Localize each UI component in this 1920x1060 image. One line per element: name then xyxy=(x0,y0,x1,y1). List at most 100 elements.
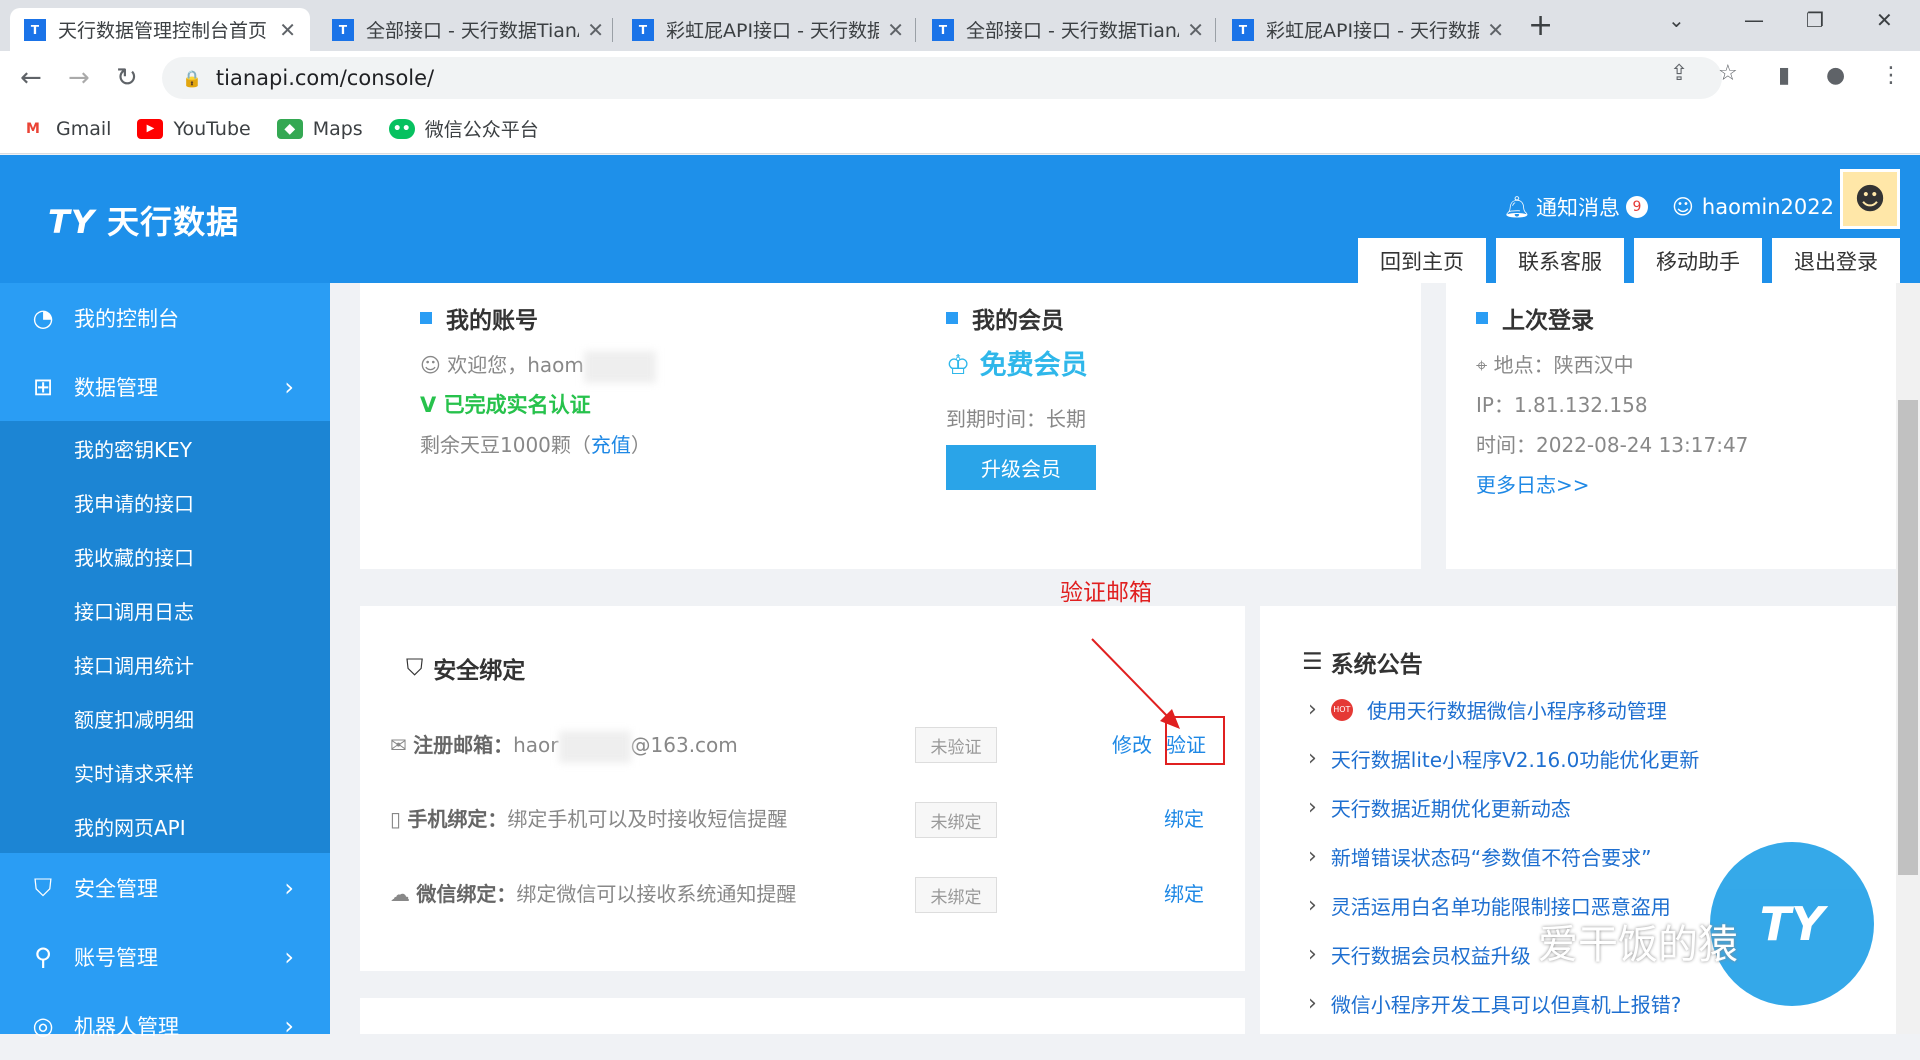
contact-support-button[interactable]: 联系客服 xyxy=(1496,238,1624,283)
notice-item[interactable]: › 微信小程序开发工具可以但真机上报错? xyxy=(1308,989,1681,1018)
verified-status: V 已完成实名认证 xyxy=(420,393,591,417)
profile-icon[interactable]: ● xyxy=(1826,63,1845,88)
sidebar-item-security[interactable]: ⛉ 安全管理 › xyxy=(0,853,330,922)
lower-card xyxy=(360,998,1245,1034)
tianapi-favicon-icon: T xyxy=(24,18,46,41)
sidebar-subitem-call-logs[interactable]: 接口调用日志 xyxy=(0,583,330,637)
sidebar-item-label: 数据管理 xyxy=(74,375,158,400)
close-icon[interactable]: ✕ xyxy=(1187,18,1204,42)
bookmark-maps[interactable]: ◆ Maps xyxy=(276,117,363,140)
browser-tab-1[interactable]: T 天行数据管理控制台首页 ✕ xyxy=(10,8,310,51)
crown-icon: ♔ xyxy=(946,350,980,381)
sidebar-item-label: 我的控制台 xyxy=(74,306,179,331)
notices-title: ☰ 系统公告 xyxy=(1302,649,1423,678)
dashboard-icon: ◔ xyxy=(32,303,54,332)
reload-icon[interactable]: ↻ xyxy=(116,63,138,93)
restore-icon[interactable]: ❐ xyxy=(1806,8,1824,32)
notifications-link[interactable]: 通知消息 xyxy=(1536,192,1620,222)
sidebar-subitem-api-key[interactable]: 我的密钥KEY xyxy=(0,421,330,475)
robot-icon: ◎ xyxy=(32,1011,54,1040)
sidebar-item-data-management[interactable]: ⊞ 数据管理 › xyxy=(0,352,330,421)
last-login-title: 上次登录 xyxy=(1476,301,1594,335)
avatar[interactable]: ☻ xyxy=(1840,169,1900,229)
logout-button[interactable]: 退出登录 xyxy=(1772,238,1900,283)
login-time: 时间：2022-08-24 13:17:47 xyxy=(1476,433,1749,457)
close-icon[interactable]: ✕ xyxy=(279,18,296,42)
bind-phone-link[interactable]: 绑定 xyxy=(1164,803,1204,832)
sidebar-subitem-web-api[interactable]: 我的网页API xyxy=(0,799,330,853)
logo-text: 天行数据 xyxy=(107,203,240,241)
new-tab-button[interactable]: + xyxy=(1528,8,1553,43)
user-icon: ☺ xyxy=(420,353,448,377)
notice-item[interactable]: › 新增错误状态码“参数值不符合要求” xyxy=(1308,842,1652,871)
cart-icon: ⊞ xyxy=(32,372,54,401)
browser-tab-4[interactable]: T 全部接口 - 天行数据TianAPI ✕ xyxy=(918,8,1218,51)
security-title: ⛉ 安全绑定 xyxy=(406,655,526,684)
browser-tabstrip: T 天行数据管理控制台首页 ✕ T 全部接口 - 天行数据TianAPI ✕ T… xyxy=(0,0,1920,51)
membership-level: ♔ 免费会员 xyxy=(946,350,1088,381)
bookmark-label: Maps xyxy=(312,117,363,140)
bookmark-gmail[interactable]: M Gmail xyxy=(20,118,111,140)
notification-count-badge: 9 xyxy=(1626,196,1649,218)
lock-icon: 🔒 xyxy=(182,68,202,88)
bookmark-label: Gmail xyxy=(56,117,112,140)
close-icon[interactable]: ✕ xyxy=(1487,18,1504,42)
youtube-icon: ▶ xyxy=(137,118,164,139)
sidebar-subitem-favorite-apis[interactable]: 我收藏的接口 xyxy=(0,529,330,583)
notice-item[interactable]: › HOT 使用天行数据微信小程序移动管理 xyxy=(1308,695,1667,724)
list-icon: ☰ xyxy=(1302,649,1323,675)
back-icon[interactable]: ← xyxy=(20,63,42,93)
membership-expiry: 到期时间：长期 xyxy=(946,407,1086,431)
notice-item[interactable]: › 天行数据近期优化更新动态 xyxy=(1308,793,1571,822)
close-icon[interactable]: ✕ xyxy=(887,18,904,42)
forward-icon[interactable]: → xyxy=(68,63,90,93)
share-icon[interactable]: ⇪ xyxy=(1670,61,1688,86)
sidebar-subitem-quota-details[interactable]: 额度扣减明细 xyxy=(0,691,330,745)
bind-wechat-link[interactable]: 绑定 xyxy=(1164,878,1204,907)
sidebar: ◔ 我的控制台 ⊞ 数据管理 › 我的密钥KEY 我申请的接口 我收藏的接口 接… xyxy=(0,283,330,1040)
minimize-icon[interactable]: — xyxy=(1744,8,1764,32)
scrollbar-thumb[interactable] xyxy=(1898,400,1918,875)
wechat-binding-row: ☁ 微信绑定：绑定微信可以接收系统通知提醒 xyxy=(390,882,797,906)
sidebar-item-dashboard[interactable]: ◔ 我的控制台 xyxy=(0,283,330,352)
browser-tab-2[interactable]: T 全部接口 - 天行数据TianAPI ✕ xyxy=(318,8,618,51)
tab-search-icon[interactable]: ⌄ xyxy=(1668,8,1685,32)
bookmark-star-icon[interactable]: ☆ xyxy=(1718,61,1738,86)
bookmark-youtube[interactable]: ▶ YouTube xyxy=(137,118,251,140)
wechat-icon: •• xyxy=(388,118,415,139)
bookmarks-bar: M Gmail ▶ YouTube ◆ Maps •• 微信公众平台 xyxy=(0,104,1920,154)
address-bar-row: ← → ↻ 🔒 tianapi.com/console/ ⇪ ☆ ▮ ● ⋮ xyxy=(0,51,1920,104)
wechat-icon: ☁ xyxy=(390,882,417,906)
chevron-right-icon: › xyxy=(284,372,294,401)
close-icon[interactable]: ✕ xyxy=(587,18,604,42)
sidebar-item-robot[interactable]: ◎ 机器人管理 › xyxy=(0,991,330,1060)
bookmark-label: 微信公众平台 xyxy=(424,119,539,141)
tianapi-favicon-icon: T xyxy=(332,18,354,41)
notice-item[interactable]: › 天行数据会员权益升级 xyxy=(1308,940,1531,969)
recharge-link[interactable]: 充值 xyxy=(591,433,631,457)
tab-title: 全部接口 - 天行数据TianAPI xyxy=(366,20,579,42)
site-logo[interactable]: TY 天行数据 xyxy=(48,197,239,243)
side-panel-icon[interactable]: ▮ xyxy=(1778,63,1790,88)
notice-item[interactable]: › 天行数据lite小程序V2.16.0功能优化更新 xyxy=(1308,744,1699,773)
sidebar-item-label: 安全管理 xyxy=(74,876,158,901)
sidebar-subitem-applied-apis[interactable]: 我申请的接口 xyxy=(0,475,330,529)
sidebar-subitem-call-stats[interactable]: 接口调用统计 xyxy=(0,637,330,691)
window-close-icon[interactable]: ✕ xyxy=(1876,8,1893,32)
username-link[interactable]: haomin2022 xyxy=(1702,195,1834,219)
browser-tab-3[interactable]: T 彩虹屁API接口 - 天行数据 ✕ xyxy=(618,8,918,51)
mobile-assistant-button[interactable]: 移动助手 xyxy=(1634,238,1762,283)
sidebar-item-account[interactable]: ⚲ 账号管理 › xyxy=(0,922,330,991)
url-input[interactable]: 🔒 tianapi.com/console/ xyxy=(162,57,1722,99)
menu-icon[interactable]: ⋮ xyxy=(1880,63,1902,88)
bookmark-wechat[interactable]: •• 微信公众平台 xyxy=(388,115,539,142)
upgrade-button[interactable]: 升级会员 xyxy=(946,445,1096,490)
browser-tab-5[interactable]: T 彩虹屁API接口 - 天行数据 ✕ xyxy=(1218,8,1518,51)
more-logs-link[interactable]: 更多日志>> xyxy=(1476,469,1590,498)
home-button[interactable]: 回到主页 xyxy=(1358,238,1486,283)
mail-icon: ✉ xyxy=(390,733,414,757)
arrow-annotation-icon xyxy=(1091,638,1180,729)
email-status-badge: 未验证 xyxy=(915,727,997,763)
sidebar-subitem-request-sampling[interactable]: 实时请求采样 xyxy=(0,745,330,799)
tab-title: 全部接口 - 天行数据TianAPI xyxy=(966,20,1179,42)
